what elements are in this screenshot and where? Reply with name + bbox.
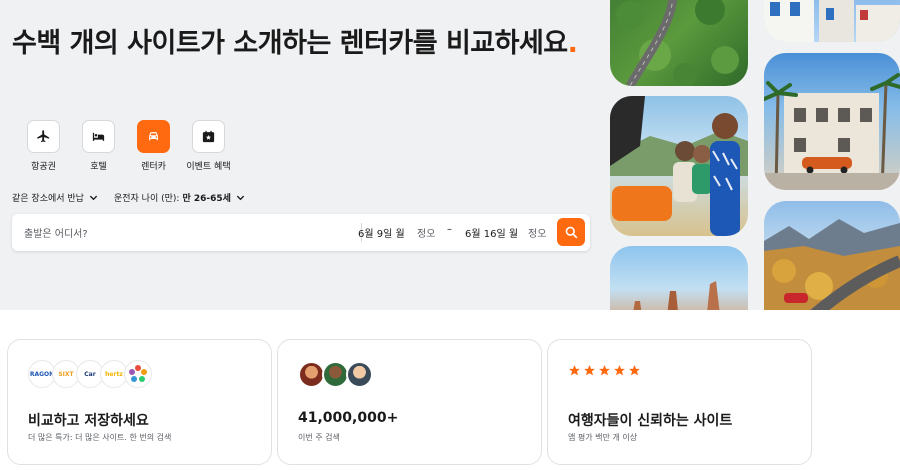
partner-logos: RAGON SIXT Car hertz: [28, 360, 152, 388]
star-icon: [629, 365, 640, 376]
driver-age-label: 운전자 나이 (만):: [113, 194, 180, 204]
photo-friends-car: [610, 96, 748, 236]
bed-icon: [82, 120, 115, 153]
card-subtitle: 더 많은 특가: 더 많은 사이트. 한 번의 검색: [28, 433, 172, 442]
chevron-down-icon: [236, 195, 245, 201]
search-button[interactable]: [557, 218, 585, 246]
avatar: [322, 361, 349, 388]
tab-hotels-label: 호텔: [90, 162, 107, 172]
photo-palm-hotel: [764, 53, 900, 190]
avatar: [346, 361, 373, 388]
dropoff-time-field[interactable]: 정오: [528, 225, 546, 240]
user-avatars: [298, 361, 373, 388]
date-separator: –: [447, 224, 452, 235]
car-icon: [137, 120, 170, 153]
headline-dot: .: [567, 28, 578, 59]
dropoff-date-field[interactable]: 6월 16일 월: [465, 225, 518, 240]
card-trust: 여행자들이 신뢰하는 사이트 앱 평가 백만 개 이상: [547, 339, 812, 465]
pickup-location-input[interactable]: 출발은 어디서?: [24, 225, 88, 240]
card-subtitle: 이번 주 검색: [298, 433, 340, 442]
chevron-down-icon: [89, 195, 98, 201]
star-icon: [614, 365, 625, 376]
tab-hotels[interactable]: 호텔: [71, 120, 126, 172]
page-headline: 수백 개의 사이트가 소개하는 렌터카를 비교하세요.: [12, 26, 592, 62]
value-props: RAGON SIXT Car hertz 비교하고 저장하세요 더 많은 특가:…: [7, 339, 812, 465]
card-searches: 41,000,000+ 이번 주 검색: [277, 339, 542, 465]
card-subtitle: 앱 평가 백만 개 이상: [568, 433, 638, 442]
star-icon: [584, 365, 595, 376]
search-icon: [565, 226, 577, 238]
tab-deals-label: 이벤트 혜택: [186, 162, 231, 172]
gift-icon: [192, 120, 225, 153]
return-location-dropdown[interactable]: 같은 장소에서 반납: [12, 191, 98, 204]
tab-cars[interactable]: 렌터카: [126, 120, 181, 172]
avatar: [298, 361, 325, 388]
card-title: 비교하고 저장하세요: [28, 413, 149, 429]
photo-town-street: [764, 0, 900, 42]
card-title: 41,000,000+: [298, 410, 399, 426]
driver-age-value: 만 26-65세: [182, 194, 231, 204]
search-form: 출발은 어디서? 6월 9일 월 정오 – 6월 16일 월 정오: [12, 214, 590, 251]
photo-mountain-road: [764, 201, 900, 310]
pickup-time-field[interactable]: 정오: [417, 225, 435, 240]
star-icon: [569, 365, 580, 376]
pickup-date-field[interactable]: 6월 9일 월: [358, 225, 405, 240]
partner-logo: [124, 360, 152, 388]
photo-desert-rocks: [610, 246, 748, 310]
rating-stars: [568, 364, 641, 377]
card-title: 여행자들이 신뢰하는 사이트: [568, 413, 733, 429]
vertical-tabs: 항공권 호텔 렌터카 이벤트 혜택: [16, 120, 236, 172]
star-icon: [599, 365, 610, 376]
card-compare: RAGON SIXT Car hertz 비교하고 저장하세요 더 많은 특가:…: [7, 339, 272, 465]
headline-text: 수백 개의 사이트가 소개하는 렌터카를 비교하세요: [12, 28, 568, 59]
tab-flights[interactable]: 항공권: [16, 120, 71, 172]
search-options: 같은 장소에서 반납 운전자 나이 (만): 만 26-65세: [12, 191, 261, 204]
driver-age-dropdown[interactable]: 운전자 나이 (만): 만 26-65세: [114, 191, 245, 204]
tab-deals[interactable]: 이벤트 혜택: [181, 120, 236, 172]
return-location-label: 같은 장소에서 반납: [12, 194, 84, 204]
photo-road-forest: [610, 0, 748, 86]
hero-section: 수백 개의 사이트가 소개하는 렌터카를 비교하세요. 항공권 호텔 렌터카 이…: [0, 0, 900, 310]
tab-cars-label: 렌터카: [141, 162, 166, 172]
plane-icon: [27, 120, 60, 153]
tab-flights-label: 항공권: [31, 162, 56, 172]
